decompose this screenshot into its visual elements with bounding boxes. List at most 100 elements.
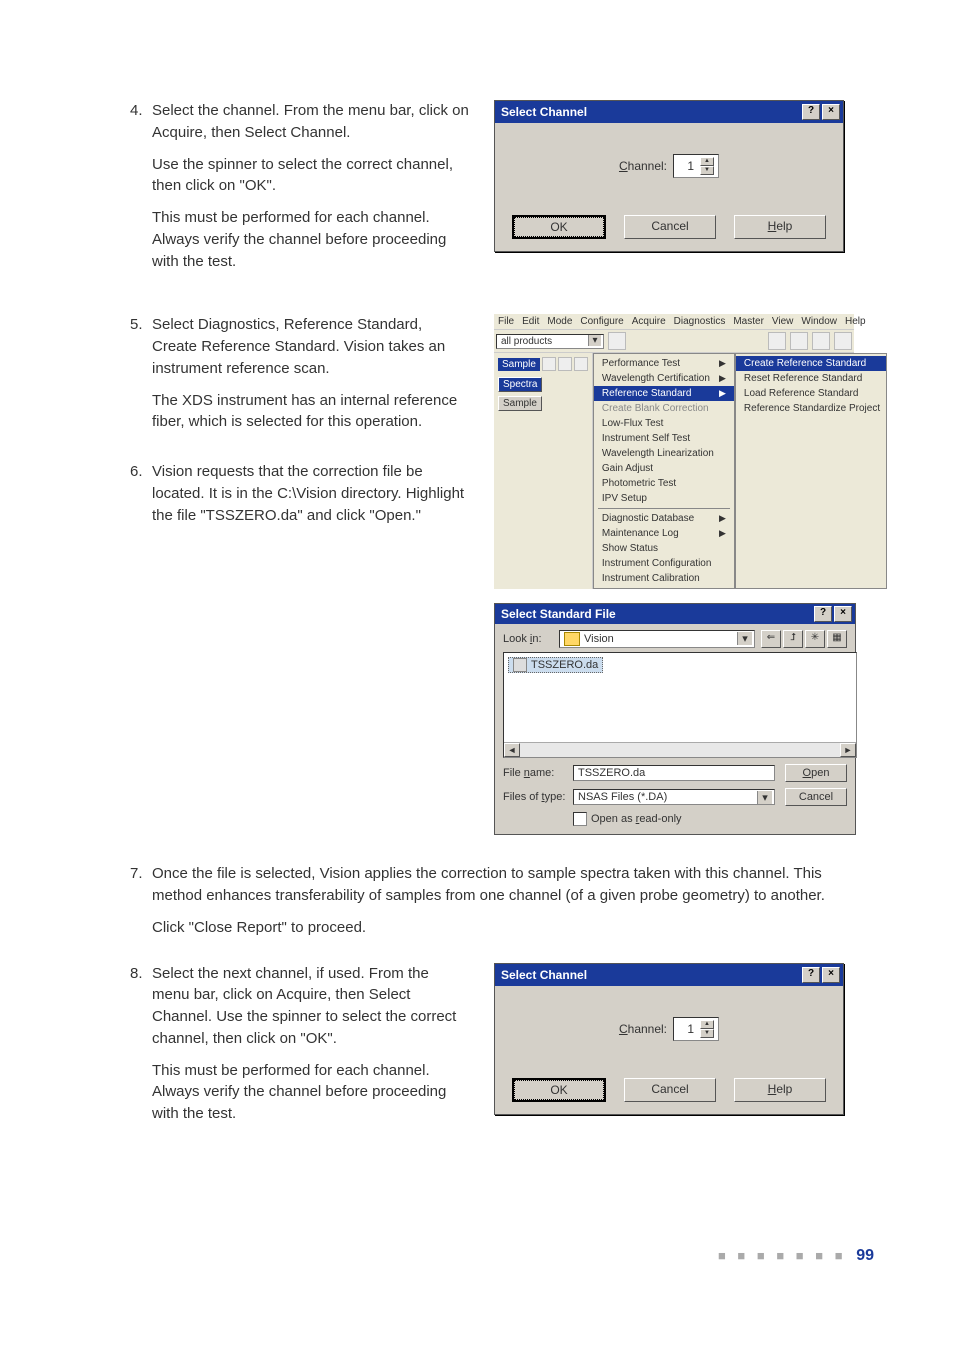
close-icon[interactable]: × [834,606,852,622]
file-type-combo[interactable]: NSAS Files (*.DA) ▾ [573,789,775,805]
toolbar-icon[interactable] [768,332,786,350]
read-only-checkbox[interactable] [573,812,587,826]
menu-master[interactable]: Master [733,316,764,327]
panel-max-icon[interactable] [558,357,572,371]
file-list[interactable]: TSSZERO.da ◄ ► [503,652,857,758]
select-standard-file-dialog: Select Standard File ? × Look in: Vision [494,603,856,835]
panel-min-icon[interactable] [542,357,556,371]
up-folder-icon[interactable]: ⮥ [783,630,803,648]
select-channel-dialog: Select Channel ? × Channel: 1 ▲ ▼ [494,963,844,1115]
step-6-number: 6. [130,461,152,526]
menu-item[interactable]: Diagnostic Database▶ [594,511,734,526]
spinner-up-icon[interactable]: ▲ [700,1020,714,1029]
ok-button[interactable]: OK [512,1078,606,1102]
channel-spinner[interactable]: 1 ▲ ▼ [673,154,719,178]
step-7-number: 7. [130,863,152,948]
channel-spinner[interactable]: 1 ▲ ▼ [673,1017,719,1041]
menu-item[interactable]: IPV Setup [594,491,734,506]
file-name-label: File name: [503,767,573,779]
step-4-p3: This must be performed for each channel.… [152,207,470,272]
open-button[interactable]: Open [785,764,847,782]
channel-label: Channel: [619,1022,667,1036]
dialog-title: Select Channel [501,968,587,982]
panel-close-icon[interactable] [574,357,588,371]
menu-window[interactable]: Window [801,316,837,327]
channel-value: 1 [678,159,696,173]
menu-item[interactable]: Reference Standard▶ [594,386,734,401]
submenu-item[interactable]: Reset Reference Standard [736,371,886,386]
toolbar-icon[interactable] [834,332,852,350]
look-in-label: Look in: [503,633,559,645]
select-channel-dialog: Select Channel ? × Channel: 1 ▲ ▼ [494,100,844,252]
menu-view[interactable]: View [772,316,794,327]
menu-item[interactable]: Create Blank Correction [594,401,734,416]
menu-item[interactable]: Performance Test▶ [594,356,734,371]
toolbar-icon[interactable] [608,332,626,350]
chevron-down-icon[interactable]: ▾ [757,791,772,804]
spectra-button[interactable]: Spectra [498,377,542,392]
menu-item[interactable]: Low-Flux Test [594,416,734,431]
toolbar-icon[interactable] [790,332,808,350]
reference-standard-submenu: Create Reference StandardReset Reference… [735,353,887,589]
menu-edit[interactable]: Edit [522,316,539,327]
submenu-item[interactable]: Reference Standardize Project [736,401,886,416]
new-folder-icon[interactable]: ✳ [805,630,825,648]
dialog-title: Select Standard File [501,607,616,621]
cancel-button[interactable]: Cancel [785,788,847,806]
scroll-left-icon[interactable]: ◄ [504,743,520,757]
cancel-button[interactable]: Cancel [624,1078,716,1102]
step-4-number: 4. [130,100,152,272]
menu-diagnostics[interactable]: Diagnostics [674,316,726,327]
scroll-right-icon[interactable]: ► [840,743,856,757]
menu-file[interactable]: File [498,316,514,327]
menu-item[interactable]: Show Status [594,541,734,556]
toolbar-icon[interactable] [812,332,830,350]
menu-item[interactable]: Wavelength Linearization [594,446,734,461]
spinner-down-icon[interactable]: ▼ [700,166,714,175]
views-icon[interactable]: ▦ [827,630,847,648]
step-5-number: 5. [130,314,152,433]
menu-configure[interactable]: Configure [580,316,623,327]
vision-app-window: File Edit Mode Configure Acquire Diagnos… [494,314,854,589]
close-icon[interactable]: × [822,967,840,983]
step-7-p2: Click "Close Report" to proceed. [152,917,874,939]
help-button[interactable]: Help [734,215,826,239]
menu-item[interactable]: Wavelength Certification▶ [594,371,734,386]
help-icon[interactable]: ? [802,967,820,983]
ok-button[interactable]: OK [512,215,606,239]
product-combo[interactable]: all products [496,334,604,349]
help-button[interactable]: Help [734,1078,826,1102]
sample-button[interactable]: Sample [498,396,542,411]
menu-item[interactable]: Photometric Test [594,476,734,491]
menu-help[interactable]: Help [845,316,866,327]
menu-item[interactable]: Instrument Calibration [594,571,734,586]
look-in-combo[interactable]: Vision [559,630,755,648]
back-icon[interactable]: ⇐ [761,630,781,648]
cancel-button[interactable]: Cancel [624,215,716,239]
step-8-number: 8. [130,963,152,1125]
help-icon[interactable]: ? [814,606,832,622]
file-name-input[interactable]: TSSZERO.da [573,765,775,781]
step-6-p1: Vision requests that the correction file… [152,461,470,526]
step-4-p1: Select the channel. From the menu bar, c… [152,100,470,144]
menu-acquire[interactable]: Acquire [632,316,666,327]
menu-item[interactable]: Instrument Configuration [594,556,734,571]
menu-mode[interactable]: Mode [547,316,572,327]
file-item-label: TSSZERO.da [531,659,598,671]
menu-item[interactable]: Instrument Self Test [594,431,734,446]
help-icon[interactable]: ? [802,104,820,120]
close-icon[interactable]: × [822,104,840,120]
file-icon [513,658,527,672]
file-type-label: Files of type: [503,791,573,803]
spinner-down-icon[interactable]: ▼ [700,1029,714,1038]
menu-item[interactable]: Maintenance Log▶ [594,526,734,541]
channel-value: 1 [678,1022,696,1036]
submenu-item[interactable]: Load Reference Standard [736,386,886,401]
submenu-item[interactable]: Create Reference Standard [736,356,886,371]
read-only-label: Open as read-only [591,813,682,825]
step-8-p2: This must be performed for each channel.… [152,1060,470,1125]
file-item[interactable]: TSSZERO.da [508,657,603,673]
spinner-up-icon[interactable]: ▲ [700,157,714,166]
channel-label: Channel: [619,159,667,173]
menu-item[interactable]: Gain Adjust [594,461,734,476]
